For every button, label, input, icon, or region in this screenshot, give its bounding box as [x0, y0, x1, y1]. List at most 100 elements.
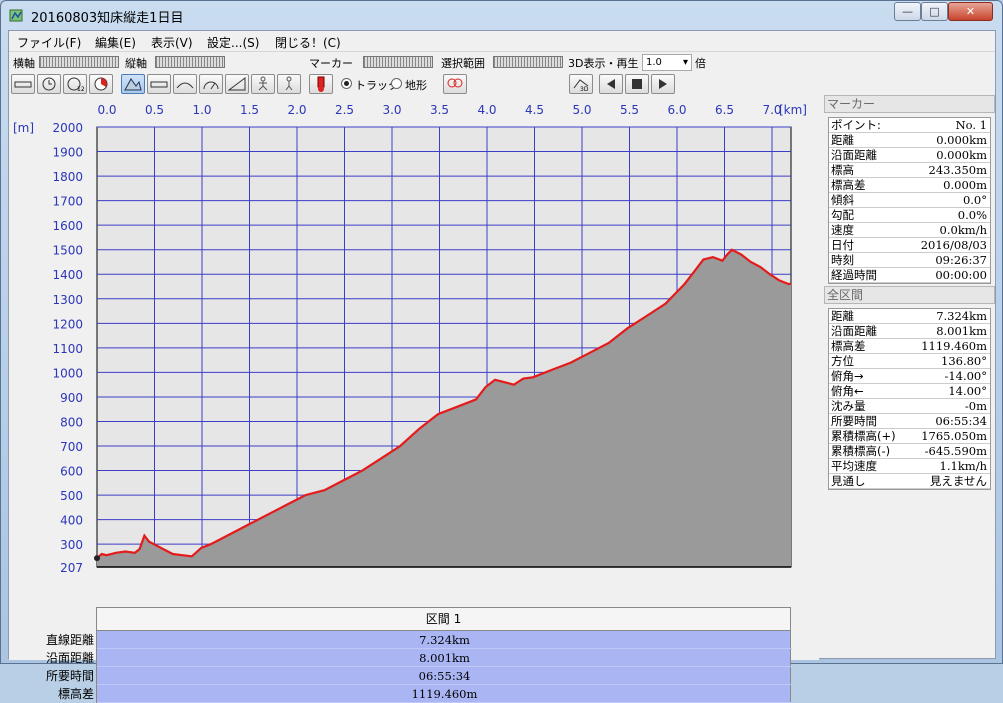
info-value: 1765.050m — [921, 429, 987, 443]
info-key: 時刻 — [831, 253, 854, 267]
info-value: 見えません — [929, 474, 987, 488]
x-tick-label: 6.5 — [715, 103, 734, 117]
gauge-axis-button[interactable] — [199, 74, 223, 94]
info-value: 1119.460m — [921, 339, 987, 353]
gauge-icon — [203, 81, 219, 90]
tatejiku-slider[interactable] — [155, 56, 225, 68]
info-value: 0.0° — [962, 193, 987, 207]
info-key: 経過時間 — [831, 268, 877, 282]
info-key: 距離 — [831, 309, 854, 323]
elevation-chart[interactable]: 2000 1900 1800 1700 1600 1500 1400 1300 1200 1100… — [9, 95, 819, 660]
y-tick-label: 1800 — [52, 170, 83, 184]
marker-slider[interactable] — [363, 56, 433, 68]
info-value: 0.000km — [936, 148, 987, 162]
elapsed-time-button[interactable]: 12 — [63, 74, 87, 94]
y-tick-label: 1000 — [52, 366, 83, 380]
yokojiku-slider[interactable] — [39, 56, 119, 68]
y-tick-label: 207 — [60, 561, 83, 575]
info-row: 所要時間 06:55:34 — [829, 414, 990, 429]
info-key: 日付 — [831, 238, 854, 252]
info-key: 勾配 — [831, 208, 854, 222]
info-key: 標高差 — [831, 339, 866, 353]
play-button[interactable] — [651, 74, 675, 94]
title-bar: 20160803知床縦走1日目 — □ ✕ — [1, 1, 1002, 29]
menu-file[interactable]: ファイル(F) — [17, 34, 81, 51]
minimize-button[interactable]: — — [894, 2, 921, 21]
info-row: 標高差 0.000m — [829, 178, 990, 193]
x-tick-label: 4.5 — [525, 103, 544, 117]
info-row: 方位 136.80° — [829, 354, 990, 369]
marker-header: マーカー — [824, 95, 995, 113]
horizontal-axis-button[interactable] — [11, 74, 35, 94]
stop-button[interactable] — [625, 74, 649, 94]
mountain-icon — [124, 78, 142, 91]
whole-header: 全区間 — [824, 286, 995, 304]
marker-button[interactable] — [309, 74, 333, 94]
y-tick-label: 1300 — [52, 293, 83, 307]
info-value: No. 1 — [955, 118, 987, 132]
gradient-axis-button[interactable] — [225, 74, 249, 94]
play-back-icon — [607, 79, 615, 89]
info-row: 沿面距離 0.000km — [829, 148, 990, 163]
info-key: 所要時間 — [831, 414, 877, 428]
marker-table: ポイント: No. 1 距離 0.000km 沿面距離 0.000km 標高 243.350m… — [828, 117, 991, 284]
thermometer-icon — [317, 76, 325, 92]
section-straight-distance: 7.324km — [97, 631, 792, 649]
info-key: 累積標高(+) — [831, 429, 896, 443]
play3d-label: 3D表示・再生 — [568, 57, 639, 70]
terrain-radio[interactable] — [391, 78, 402, 89]
y-tick-label: 1200 — [52, 317, 83, 331]
pace-axis-button[interactable] — [277, 74, 301, 94]
straight-distance-label: 直線距離 — [45, 633, 94, 647]
app-icon — [9, 9, 23, 22]
info-row: 傾斜 0.0° — [829, 193, 990, 208]
y-tick-label: 1700 — [52, 195, 83, 209]
track-radio[interactable] — [341, 78, 352, 89]
speed-axis-button[interactable] — [251, 74, 275, 94]
y-tick-label: 800 — [60, 415, 83, 429]
close-button[interactable]: ✕ — [948, 2, 993, 21]
info-key: 標高差 — [831, 178, 866, 192]
speed-value: 1.0 — [646, 57, 662, 68]
section-surface-distance: 8.001km — [97, 649, 792, 667]
menu-settings[interactable]: 設定...(S) — [207, 34, 259, 51]
y-tick-label: 1400 — [52, 268, 83, 282]
info-value: 06:55:34 — [935, 414, 987, 428]
info-value: 14.00° — [948, 384, 987, 398]
y-tick-label: 900 — [60, 391, 83, 405]
menu-bar: ファイル(F) 編集(E) 表示(V) 設定...(S) 閉じる！(C) — [9, 31, 995, 51]
time-axis-button[interactable] — [37, 74, 61, 94]
range-marker-icon — [447, 78, 463, 88]
info-row: 距離 0.000km — [829, 133, 990, 148]
x-tick-label: 5.5 — [620, 103, 639, 117]
flat-axis-button[interactable] — [147, 74, 171, 94]
info-row: 日付 2016/08/03 — [829, 238, 990, 253]
info-row: 時刻 09:26:37 — [829, 253, 990, 268]
menu-view[interactable]: 表示(V) — [151, 34, 193, 51]
info-row: 沈み量 -0m — [829, 399, 990, 414]
info-value: -14.00° — [944, 369, 987, 383]
client-area: ファイル(F) 編集(E) 表示(V) 設定...(S) 閉じる！(C) 横軸 … — [8, 30, 996, 703]
rewind-button[interactable] — [599, 74, 623, 94]
pie-time-button[interactable] — [89, 74, 113, 94]
x-tick-label: 1.0 — [192, 103, 211, 117]
elevation-axis-button[interactable] — [121, 74, 145, 94]
yokojiku-label: 横軸 — [13, 57, 35, 70]
info-row: 経過時間 00:00:00 — [829, 268, 990, 283]
bai-label: 倍 — [695, 57, 706, 70]
slope-axis-button[interactable] — [173, 74, 197, 94]
info-value: 0.0% — [957, 208, 987, 222]
menu-close[interactable]: 閉じる！(C) — [275, 34, 341, 51]
range-slider[interactable] — [493, 56, 563, 68]
speed-select[interactable]: 1.0 ▾ — [642, 54, 692, 71]
view-3d-button[interactable]: 3D — [569, 74, 593, 94]
info-row: 沿面距離 8.001km — [829, 324, 990, 339]
info-row: 見通し 見えません — [829, 474, 990, 489]
maximize-button[interactable]: □ — [921, 2, 948, 21]
range-button[interactable] — [443, 74, 467, 94]
whole-table: 距離 7.324km 沿面距離 8.001km 標高差 1119.460m 方位 136.80… — [828, 308, 991, 490]
section-body: 7.324km 8.001km 06:55:34 1119.460m — [96, 631, 792, 703]
info-key: 俯角→ — [831, 369, 864, 383]
menu-edit[interactable]: 編集(E) — [95, 34, 136, 51]
tatejiku-label: 縦軸 — [125, 57, 147, 70]
